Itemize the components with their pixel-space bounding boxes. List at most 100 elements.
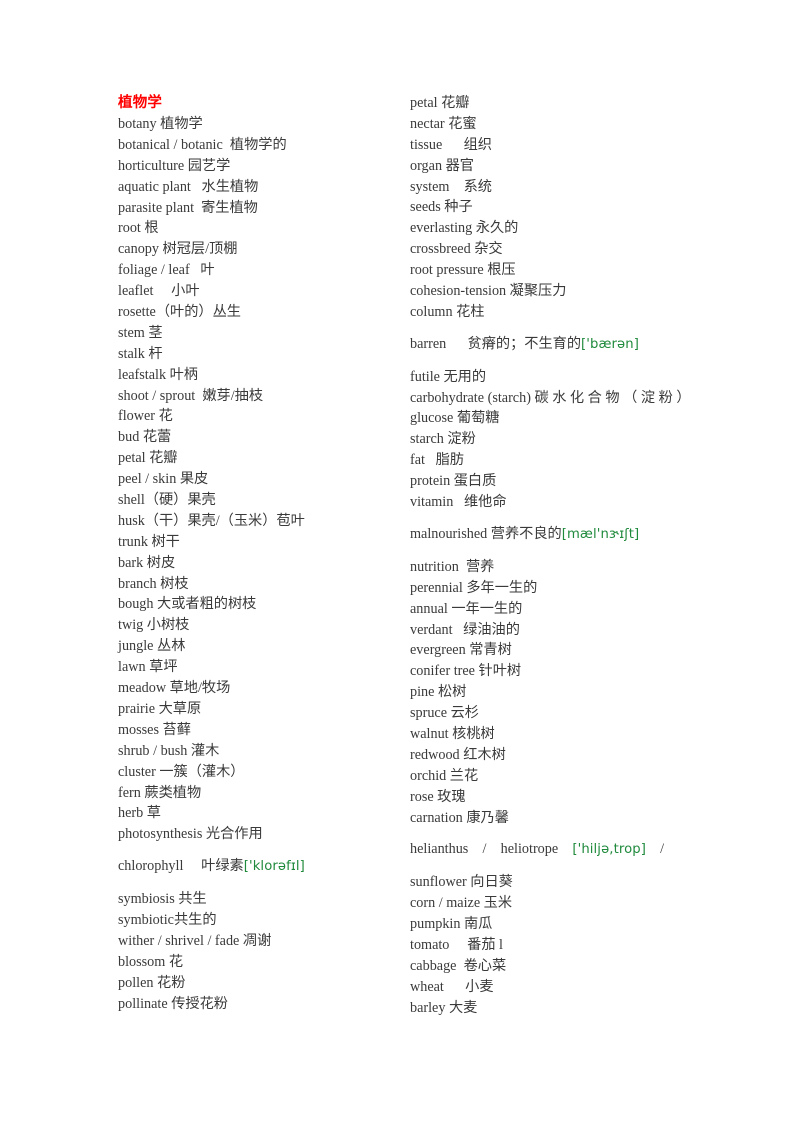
entry-text: herb 草 (118, 805, 161, 822)
vocabulary-entry: corn / maize 玉米 (410, 893, 718, 914)
vocabulary-entry: fern 蕨类植物 (118, 783, 410, 804)
entry-text: peel / skin 果皮 (118, 471, 209, 488)
vocabulary-entry: organ 器官 (410, 156, 718, 177)
vocabulary-entry: pollinate 传授花粉 (118, 994, 410, 1015)
vocabulary-entry: canopy 树冠层/顶棚 (118, 239, 410, 260)
right-column: petal 花瓣 nectar 花蜜 tissue 组织 organ 器官 system… (410, 93, 718, 1019)
entry-text: shoot / sprout 嫩芽/抽枝 (118, 387, 264, 404)
entry-text: fat 脂肪 (410, 452, 464, 469)
vocabulary-entry: wither / shrivel / fade 凋谢 (118, 931, 410, 952)
entry-text: nectar 花蜜 (410, 115, 477, 132)
vocabulary-entry: prairie 大草原 (118, 699, 410, 720)
vocabulary-entry: photosynthesis 光合作用 (118, 824, 410, 845)
vocabulary-entry: meadow 草地/牧场 (118, 678, 410, 699)
entry-text-trailing: / (645, 841, 665, 858)
entry-text: fern 蕨类植物 (118, 784, 202, 801)
vocabulary-entry: blossom 花 (118, 952, 410, 973)
entry-text: husk（干）果壳/（玉米）苞叶 (118, 512, 305, 529)
entry-text: organ 器官 (410, 157, 474, 174)
vocabulary-entry: futile 无用的 (410, 367, 718, 388)
entry-text: aquatic plant 水生植物 (118, 178, 259, 195)
entry-text: pine 松树 (410, 684, 467, 701)
entry-text: vitamin 维他命 (410, 494, 507, 511)
vocabulary-entry: crossbreed 杂交 (410, 239, 718, 260)
entry-text: leafstalk 叶柄 (118, 366, 198, 383)
vocabulary-entry: walnut 核桃树 (410, 724, 718, 745)
entry-text: conifer tree 针叶树 (410, 663, 522, 680)
entry-text: flower 花 (118, 408, 173, 425)
entry-text: cluster 一簇（灌木） (118, 763, 245, 780)
vocabulary-entry: root pressure 根压 (410, 260, 718, 281)
vocabulary-entry: rose 玫瑰 (410, 787, 718, 808)
vocabulary-entry: pollen 花粉 (118, 973, 410, 994)
entry-text: spruce 云杉 (410, 705, 479, 722)
vocabulary-entry: rosette（叶的）丛生 (118, 302, 410, 323)
entry-text: tissue 组织 (410, 136, 492, 153)
entry-text: bough 大或者粗的树枝 (118, 596, 257, 613)
entry-text: canopy 树冠层/顶棚 (118, 241, 238, 258)
vocabulary-entry: perennial 多年一生的 (410, 578, 718, 599)
vocabulary-entry: malnourished 营养不良的[mæl'nɝɪʃt] (410, 524, 718, 546)
vocabulary-entry: spruce 云杉 (410, 703, 718, 724)
vocabulary-entry: annual 一年一生的 (410, 599, 718, 620)
phonetic-transcription: [mæl'nɝɪʃt] (561, 526, 640, 542)
entry-text: crossbreed 杂交 (410, 241, 503, 258)
vocabulary-entry: peel / skin 果皮 (118, 469, 410, 490)
entry-text: mosses 苔藓 (118, 721, 191, 738)
vocabulary-entry: tissue 组织 (410, 135, 718, 156)
vocabulary-entry: redwood 红木树 (410, 745, 718, 766)
vocabulary-entry: bark 树皮 (118, 553, 410, 574)
vocabulary-entry: barley 大麦 (410, 998, 718, 1019)
entry-text: helianthus / heliotrope (410, 841, 573, 858)
vocabulary-entry: jungle 丛林 (118, 636, 410, 657)
vocabulary-entry: system 系统 (410, 177, 718, 198)
vocabulary-entry: petal 花瓣 (410, 93, 718, 114)
vocabulary-entry: petal 花瓣 (118, 448, 410, 469)
entry-text: symbiotic共生的 (118, 911, 217, 928)
entry-text: carnation 康乃馨 (410, 809, 509, 826)
vocabulary-entry: orchid 兰花 (410, 766, 718, 787)
entry-text: foliage / leaf 叶 (118, 262, 215, 279)
entry-text: annual 一年一生的 (410, 600, 523, 617)
vocabulary-entry: nectar 花蜜 (410, 114, 718, 135)
entry-text: symbiosis 共生 (118, 891, 207, 908)
vocabulary-entry: cabbage 卷心菜 (410, 956, 718, 977)
entry-text: prairie 大草原 (118, 700, 202, 717)
vocabulary-entry: lawn 草坪 (118, 657, 410, 678)
vocabulary-entry: column 花柱 (410, 302, 718, 323)
entry-text: cohesion-tension 凝聚压力 (410, 283, 567, 300)
entry-text: barley 大麦 (410, 999, 478, 1016)
entry-text: barren 贫瘠的；不生育的 (410, 335, 582, 352)
vocabulary-entry: conifer tree 针叶树 (410, 661, 718, 682)
entry-text: evergreen 常青树 (410, 642, 512, 659)
left-column: 植物学 botany 植物学 botanical / botanic 植物学的 ho… (118, 93, 410, 1014)
vocabulary-entry: foliage / leaf 叶 (118, 260, 410, 281)
entry-text: futile 无用的 (410, 368, 487, 385)
entry-text: shrub / bush 灌木 (118, 742, 220, 759)
entry-text: botanical / botanic 植物学的 (118, 136, 287, 153)
two-column-body: 植物学 botany 植物学 botanical / botanic 植物学的 ho… (118, 93, 718, 1019)
vocabulary-entry: cluster 一簇（灌木） (118, 762, 410, 783)
vocabulary-entry: cohesion-tension 凝聚压力 (410, 281, 718, 302)
vocabulary-entry: leafstalk 叶柄 (118, 365, 410, 386)
vocabulary-entry: root 根 (118, 218, 410, 239)
vocabulary-entry: husk（干）果壳/（玉米）苞叶 (118, 511, 410, 532)
entry-text: jungle 丛林 (118, 638, 186, 655)
entry-text: horticulture 园艺学 (118, 157, 231, 174)
vocabulary-entry: carnation 康乃馨 (410, 808, 718, 829)
vocabulary-entry: herb 草 (118, 803, 410, 824)
entry-text: verdant 绿油油的 (410, 621, 520, 638)
entry-text: stem 茎 (118, 324, 163, 341)
vocabulary-entry: pine 松树 (410, 682, 718, 703)
vocabulary-entry: tomato 番茄 l (410, 935, 718, 956)
entry-text: parasite plant 寄生植物 (118, 199, 258, 216)
vocabulary-entry: flower 花 (118, 406, 410, 427)
vocabulary-entry: vitamin 维他命 (410, 492, 718, 513)
vocabulary-entry: stem 茎 (118, 323, 410, 344)
vocabulary-entry: fat 脂肪 (410, 450, 718, 471)
entry-text: bark 树皮 (118, 554, 176, 571)
entry-text: glucose 葡萄糖 (410, 410, 500, 427)
right-column-entry-list: petal 花瓣 nectar 花蜜 tissue 组织 organ 器官 system… (410, 93, 718, 1019)
entry-text: bud 花蕾 (118, 429, 172, 446)
entry-text: lawn 草坪 (118, 659, 178, 676)
